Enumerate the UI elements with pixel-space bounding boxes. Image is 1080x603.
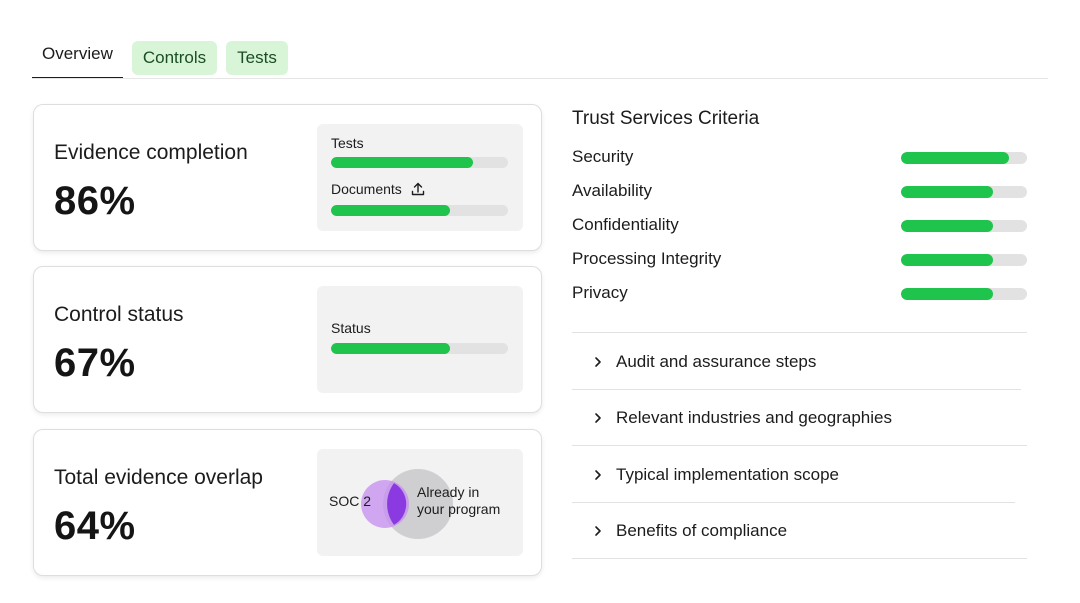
status-progress-bar <box>331 343 508 354</box>
tab-overview[interactable]: Overview <box>32 37 123 79</box>
tests-label-text: Tests <box>331 135 364 151</box>
card-title: Evidence completion <box>54 141 248 164</box>
criteria-confidentiality: Confidentiality <box>572 215 1028 237</box>
status-label-text: Status <box>331 320 371 336</box>
criteria-progress-fill <box>901 152 1010 164</box>
accordion-industries[interactable]: Relevant industries and geographies <box>572 398 1028 438</box>
criteria-label: Availability <box>572 181 653 200</box>
venn-program-label: Already in your program <box>417 484 500 518</box>
documents-label-text: Documents <box>331 181 402 197</box>
tests-label: Tests <box>331 135 364 151</box>
chevron-right-icon <box>591 355 605 369</box>
tab-controls[interactable]: Controls <box>131 41 218 75</box>
criteria-progress-fill <box>901 186 993 198</box>
tsc-heading: Trust Services Criteria <box>572 108 760 129</box>
overlap-venn-panel: SOC 2 Already in your program <box>317 449 523 556</box>
criteria-progress-fill <box>901 288 993 300</box>
criteria-label: Security <box>572 147 634 166</box>
accordion-divider <box>572 389 1021 390</box>
card-title: Control status <box>54 303 184 326</box>
criteria-progress-bar <box>901 254 1027 266</box>
chevron-right-icon <box>591 468 605 482</box>
accordion-divider <box>572 502 1015 503</box>
documents-progress-fill <box>331 205 450 216</box>
card-value: 64% <box>54 504 136 548</box>
criteria-progress-fill <box>901 220 993 232</box>
criteria-label: Processing Integrity <box>572 249 722 268</box>
tests-progress-fill <box>331 157 473 168</box>
venn-program-label-line1: Already in <box>417 484 480 500</box>
tests-progress-bar <box>331 157 508 168</box>
criteria-security: Security <box>572 147 1028 169</box>
accordion-divider <box>572 445 1027 446</box>
criteria-progress-bar <box>901 186 1027 198</box>
status-label: Status <box>331 320 371 336</box>
criteria-processing-integrity: Processing Integrity <box>572 249 1028 271</box>
evidence-progress-panel: Tests Documents <box>317 124 523 231</box>
accordion-label: Benefits of compliance <box>616 521 788 540</box>
criteria-availability: Availability <box>572 181 1028 203</box>
accordion-label: Audit and assurance steps <box>616 352 817 371</box>
venn-program-label-line2: your program <box>417 501 501 517</box>
tab-bar-divider <box>32 78 1048 79</box>
accordion-benefits[interactable]: Benefits of compliance <box>572 511 1028 551</box>
card-title: Total evidence overlap <box>54 466 263 489</box>
status-progress-fill <box>331 343 450 354</box>
card-value: 67% <box>54 341 136 385</box>
documents-progress-bar <box>331 205 508 216</box>
criteria-progress-bar <box>901 288 1027 300</box>
criteria-progress-bar <box>901 220 1027 232</box>
documents-label: Documents <box>331 181 426 197</box>
chevron-right-icon <box>591 411 605 425</box>
criteria-progress-fill <box>901 254 993 266</box>
evidence-overlap-card: Total evidence overlap 64% SOC 2 Already… <box>33 429 542 576</box>
tab-tests[interactable]: Tests <box>226 41 288 75</box>
accordion-divider <box>572 332 1027 333</box>
criteria-privacy: Privacy <box>572 283 1028 305</box>
accordion-divider <box>572 558 1027 559</box>
tab-bar: Overview Controls Tests <box>32 37 288 79</box>
card-value: 86% <box>54 179 136 223</box>
criteria-label: Privacy <box>572 283 628 302</box>
accordion-label: Relevant industries and geographies <box>616 408 892 427</box>
criteria-progress-bar <box>901 152 1027 164</box>
accordion-label: Typical implementation scope <box>616 465 840 484</box>
upload-icon[interactable] <box>410 181 426 197</box>
venn-soc2-label: SOC 2 <box>329 493 372 509</box>
control-progress-panel: Status <box>317 286 523 393</box>
accordion-audit-steps[interactable]: Audit and assurance steps <box>572 342 1028 382</box>
criteria-label: Confidentiality <box>572 215 679 234</box>
chevron-right-icon <box>591 524 605 538</box>
evidence-completion-card: Evidence completion 86% Tests Documents <box>33 104 542 251</box>
accordion-implementation-scope[interactable]: Typical implementation scope <box>572 455 1028 495</box>
control-status-card: Control status 67% Status <box>33 266 542 413</box>
